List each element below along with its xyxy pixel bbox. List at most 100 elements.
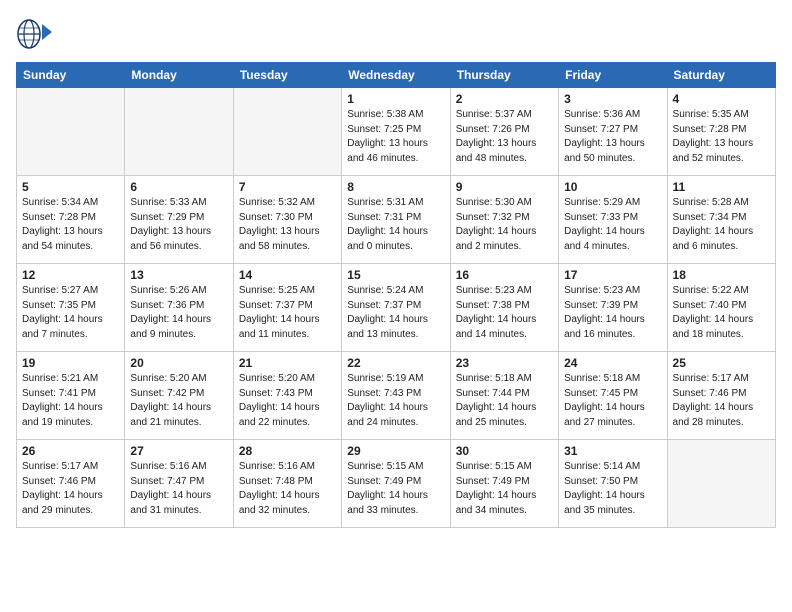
day-number: 20 bbox=[130, 356, 227, 370]
day-info: Sunrise: 5:14 AM Sunset: 7:50 PM Dayligh… bbox=[564, 460, 661, 518]
day-number: 14 bbox=[239, 268, 336, 282]
day-number: 13 bbox=[130, 268, 227, 282]
day-number: 19 bbox=[22, 356, 119, 370]
week-row-3: 19 Sunrise: 5:21 AM Sunset: 7:41 PM Dayli… bbox=[17, 352, 776, 440]
day-number: 9 bbox=[456, 180, 553, 194]
calendar-cell: 24 Sunrise: 5:18 AM Sunset: 7:45 PM Dayli… bbox=[559, 352, 667, 440]
day-number: 16 bbox=[456, 268, 553, 282]
day-number: 11 bbox=[673, 180, 770, 194]
day-number: 18 bbox=[673, 268, 770, 282]
calendar-cell: 28Sunrise: 5:16 AM Sunset: 7:48 PM Dayli… bbox=[233, 440, 341, 528]
day-info: Sunrise: 5:27 AM Sunset: 7:35 PM Dayligh… bbox=[22, 284, 119, 342]
day-number: 21 bbox=[239, 356, 336, 370]
weekday-header-monday: Monday bbox=[125, 63, 233, 88]
day-info: Sunrise: 5:24 AM Sunset: 7:37 PM Dayligh… bbox=[347, 284, 444, 342]
day-number: 2 bbox=[456, 92, 553, 106]
day-number: 22 bbox=[347, 356, 444, 370]
calendar-table: SundayMondayTuesdayWednesdayThursdayFrid… bbox=[16, 62, 776, 528]
day-info: Sunrise: 5:22 AM Sunset: 7:40 PM Dayligh… bbox=[673, 284, 770, 342]
calendar-cell: 17Sunrise: 5:23 AM Sunset: 7:39 PM Dayli… bbox=[559, 264, 667, 352]
calendar-cell: 11 Sunrise: 5:28 AM Sunset: 7:34 PM Dayli… bbox=[667, 176, 775, 264]
day-info: Sunrise: 5:25 AM Sunset: 7:37 PM Dayligh… bbox=[239, 284, 336, 342]
calendar-cell: 25 Sunrise: 5:17 AM Sunset: 7:46 PM Dayli… bbox=[667, 352, 775, 440]
calendar-cell: 12 Sunrise: 5:27 AM Sunset: 7:35 PM Dayli… bbox=[17, 264, 125, 352]
day-info: Sunrise: 5:15 AM Sunset: 7:49 PM Dayligh… bbox=[347, 460, 444, 518]
week-row-1: 5Sunrise: 5:34 AM Sunset: 7:28 PM Daylig… bbox=[17, 176, 776, 264]
calendar-cell bbox=[125, 88, 233, 176]
weekday-header-sunday: Sunday bbox=[17, 63, 125, 88]
calendar-cell: 9 Sunrise: 5:30 AM Sunset: 7:32 PM Daylig… bbox=[450, 176, 558, 264]
week-row-0: 1 Sunrise: 5:38 AM Sunset: 7:25 PM Daylig… bbox=[17, 88, 776, 176]
day-info: Sunrise: 5:17 AM Sunset: 7:46 PM Dayligh… bbox=[22, 460, 119, 518]
calendar-cell: 5Sunrise: 5:34 AM Sunset: 7:28 PM Daylig… bbox=[17, 176, 125, 264]
day-number: 1 bbox=[347, 92, 444, 106]
day-number: 10 bbox=[564, 180, 661, 194]
calendar-cell: 14 Sunrise: 5:25 AM Sunset: 7:37 PM Dayli… bbox=[233, 264, 341, 352]
day-info: Sunrise: 5:18 AM Sunset: 7:45 PM Dayligh… bbox=[564, 372, 661, 430]
calendar-cell: 30 Sunrise: 5:15 AM Sunset: 7:49 PM Dayli… bbox=[450, 440, 558, 528]
calendar-cell bbox=[233, 88, 341, 176]
day-info: Sunrise: 5:28 AM Sunset: 7:34 PM Dayligh… bbox=[673, 196, 770, 254]
calendar-cell: 26 Sunrise: 5:17 AM Sunset: 7:46 PM Dayli… bbox=[17, 440, 125, 528]
day-info: Sunrise: 5:31 AM Sunset: 7:31 PM Dayligh… bbox=[347, 196, 444, 254]
day-number: 5 bbox=[22, 180, 119, 194]
day-info: Sunrise: 5:23 AM Sunset: 7:39 PM Dayligh… bbox=[564, 284, 661, 342]
weekday-header-row: SundayMondayTuesdayWednesdayThursdayFrid… bbox=[17, 63, 776, 88]
weekday-header-saturday: Saturday bbox=[667, 63, 775, 88]
day-number: 7 bbox=[239, 180, 336, 194]
logo bbox=[16, 16, 58, 52]
day-number: 15 bbox=[347, 268, 444, 282]
day-info: Sunrise: 5:17 AM Sunset: 7:46 PM Dayligh… bbox=[673, 372, 770, 430]
calendar-cell: 20 Sunrise: 5:20 AM Sunset: 7:42 PM Dayli… bbox=[125, 352, 233, 440]
day-number: 24 bbox=[564, 356, 661, 370]
day-number: 30 bbox=[456, 444, 553, 458]
day-info: Sunrise: 5:16 AM Sunset: 7:47 PM Dayligh… bbox=[130, 460, 227, 518]
weekday-header-wednesday: Wednesday bbox=[342, 63, 450, 88]
calendar-cell: 1 Sunrise: 5:38 AM Sunset: 7:25 PM Daylig… bbox=[342, 88, 450, 176]
day-number: 12 bbox=[22, 268, 119, 282]
day-number: 26 bbox=[22, 444, 119, 458]
day-info: Sunrise: 5:20 AM Sunset: 7:42 PM Dayligh… bbox=[130, 372, 227, 430]
calendar-cell bbox=[667, 440, 775, 528]
calendar-cell: 21 Sunrise: 5:20 AM Sunset: 7:43 PM Dayli… bbox=[233, 352, 341, 440]
day-info: Sunrise: 5:18 AM Sunset: 7:44 PM Dayligh… bbox=[456, 372, 553, 430]
week-row-2: 12 Sunrise: 5:27 AM Sunset: 7:35 PM Dayli… bbox=[17, 264, 776, 352]
calendar-cell bbox=[17, 88, 125, 176]
day-info: Sunrise: 5:37 AM Sunset: 7:26 PM Dayligh… bbox=[456, 108, 553, 166]
day-number: 29 bbox=[347, 444, 444, 458]
day-info: Sunrise: 5:20 AM Sunset: 7:43 PM Dayligh… bbox=[239, 372, 336, 430]
day-info: Sunrise: 5:30 AM Sunset: 7:32 PM Dayligh… bbox=[456, 196, 553, 254]
weekday-header-tuesday: Tuesday bbox=[233, 63, 341, 88]
calendar-cell: 27 Sunrise: 5:16 AM Sunset: 7:47 PM Dayli… bbox=[125, 440, 233, 528]
calendar-cell: 31 Sunrise: 5:14 AM Sunset: 7:50 PM Dayli… bbox=[559, 440, 667, 528]
day-info: Sunrise: 5:29 AM Sunset: 7:33 PM Dayligh… bbox=[564, 196, 661, 254]
day-info: Sunrise: 5:19 AM Sunset: 7:43 PM Dayligh… bbox=[347, 372, 444, 430]
calendar-cell: 2 Sunrise: 5:37 AM Sunset: 7:26 PM Daylig… bbox=[450, 88, 558, 176]
weekday-header-thursday: Thursday bbox=[450, 63, 558, 88]
calendar-cell: 18 Sunrise: 5:22 AM Sunset: 7:40 PM Dayli… bbox=[667, 264, 775, 352]
calendar-cell: 4 Sunrise: 5:35 AM Sunset: 7:28 PM Daylig… bbox=[667, 88, 775, 176]
day-number: 31 bbox=[564, 444, 661, 458]
logo-icon bbox=[16, 16, 52, 52]
day-number: 28 bbox=[239, 444, 336, 458]
day-number: 27 bbox=[130, 444, 227, 458]
day-info: Sunrise: 5:21 AM Sunset: 7:41 PM Dayligh… bbox=[22, 372, 119, 430]
day-info: Sunrise: 5:33 AM Sunset: 7:29 PM Dayligh… bbox=[130, 196, 227, 254]
calendar-cell: 13 Sunrise: 5:26 AM Sunset: 7:36 PM Dayli… bbox=[125, 264, 233, 352]
day-number: 25 bbox=[673, 356, 770, 370]
calendar-cell: 6Sunrise: 5:33 AM Sunset: 7:29 PM Daylig… bbox=[125, 176, 233, 264]
calendar-cell: 16Sunrise: 5:23 AM Sunset: 7:38 PM Dayli… bbox=[450, 264, 558, 352]
day-info: Sunrise: 5:15 AM Sunset: 7:49 PM Dayligh… bbox=[456, 460, 553, 518]
day-info: Sunrise: 5:35 AM Sunset: 7:28 PM Dayligh… bbox=[673, 108, 770, 166]
day-info: Sunrise: 5:26 AM Sunset: 7:36 PM Dayligh… bbox=[130, 284, 227, 342]
calendar-cell: 23 Sunrise: 5:18 AM Sunset: 7:44 PM Dayli… bbox=[450, 352, 558, 440]
day-number: 4 bbox=[673, 92, 770, 106]
calendar-cell: 8Sunrise: 5:31 AM Sunset: 7:31 PM Daylig… bbox=[342, 176, 450, 264]
calendar-cell: 7 Sunrise: 5:32 AM Sunset: 7:30 PM Daylig… bbox=[233, 176, 341, 264]
day-number: 23 bbox=[456, 356, 553, 370]
calendar-cell: 29 Sunrise: 5:15 AM Sunset: 7:49 PM Dayli… bbox=[342, 440, 450, 528]
day-info: Sunrise: 5:38 AM Sunset: 7:25 PM Dayligh… bbox=[347, 108, 444, 166]
day-number: 3 bbox=[564, 92, 661, 106]
day-info: Sunrise: 5:32 AM Sunset: 7:30 PM Dayligh… bbox=[239, 196, 336, 254]
week-row-4: 26 Sunrise: 5:17 AM Sunset: 7:46 PM Dayli… bbox=[17, 440, 776, 528]
